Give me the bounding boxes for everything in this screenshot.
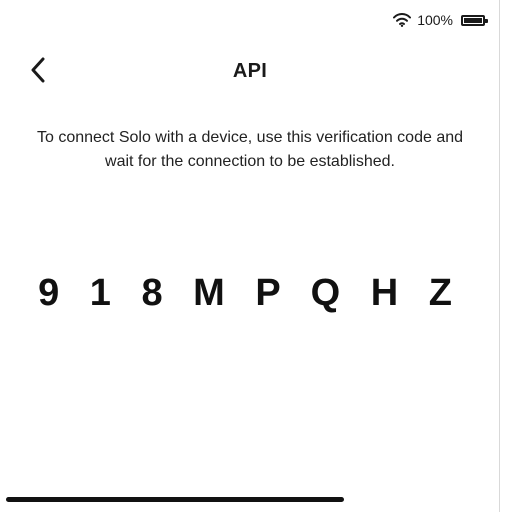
battery-icon [461, 14, 488, 26]
status-bar: 100% [393, 10, 488, 30]
screen: 100% API To connect Solo with a device, … [0, 0, 500, 512]
page-title: API [232, 60, 268, 82]
battery-fill [464, 17, 482, 23]
home-indicator [6, 497, 344, 502]
wifi-icon [393, 13, 412, 27]
battery-percentage: 100% [417, 12, 453, 28]
navigation-bar: API [0, 52, 500, 92]
verification-code: 9 1 8 M P Q H Z [38, 272, 462, 314]
instructions-text: To connect Solo with a device, use this … [36, 129, 464, 170]
